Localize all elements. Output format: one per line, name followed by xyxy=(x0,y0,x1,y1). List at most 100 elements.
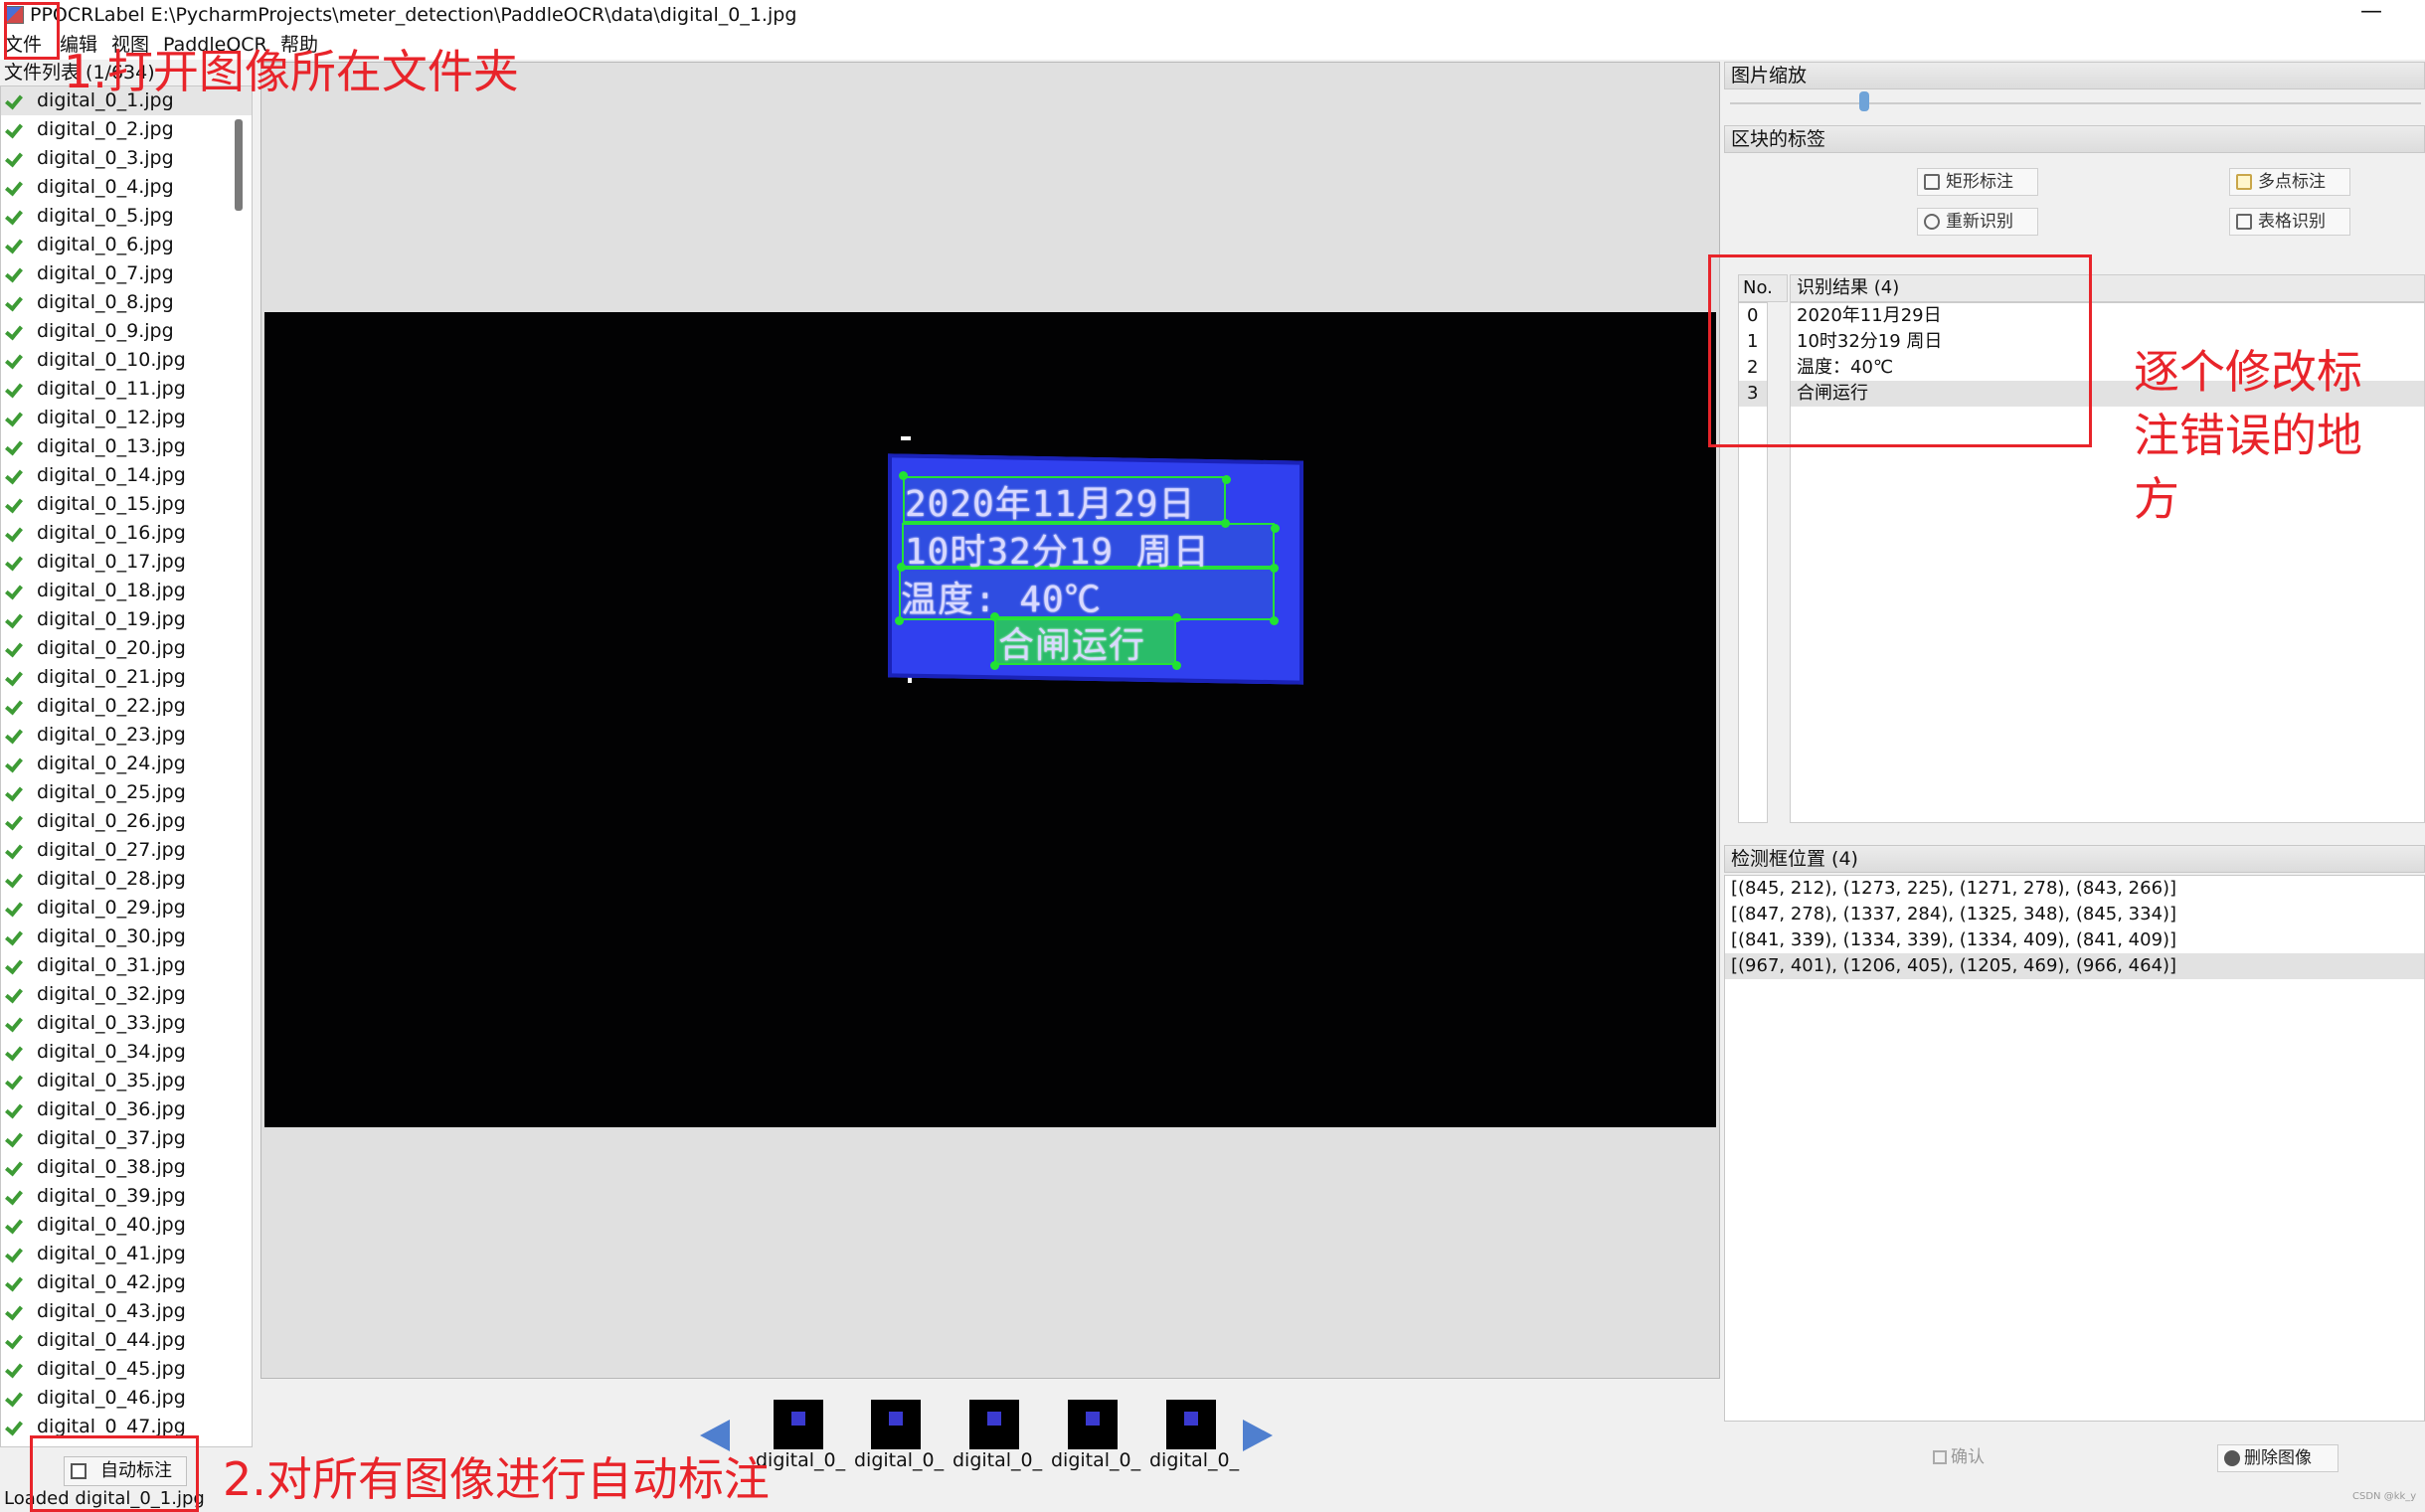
file-list-item[interactable]: digital_0_40.jpg xyxy=(1,1211,252,1240)
file-list-item[interactable]: digital_0_33.jpg xyxy=(1,1009,252,1038)
loaded-image[interactable] xyxy=(264,312,1716,1127)
box-vertex[interactable] xyxy=(1172,613,1181,622)
box-position-row[interactable]: [(845, 212), (1273, 225), (1271, 278), (… xyxy=(1725,876,2424,902)
file-list-item[interactable]: digital_0_3.jpg xyxy=(1,144,252,173)
file-list-item[interactable]: digital_0_14.jpg xyxy=(1,461,252,490)
thumbnail[interactable] xyxy=(969,1400,1019,1449)
file-list-item[interactable]: digital_0_17.jpg xyxy=(1,548,252,577)
block-label-section-title: 区块的标签 xyxy=(1724,125,2425,153)
file-list-item[interactable]: digital_0_2.jpg xyxy=(1,115,252,144)
file-list-item[interactable]: digital_0_24.jpg xyxy=(1,750,252,778)
box-vertex[interactable] xyxy=(895,616,904,625)
file-list-item[interactable]: digital_0_16.jpg xyxy=(1,519,252,548)
file-list-item[interactable]: digital_0_12.jpg xyxy=(1,404,252,432)
file-list-item[interactable]: digital_0_10.jpg xyxy=(1,346,252,375)
file-name: digital_0_14.jpg xyxy=(37,464,186,486)
file-name: digital_0_40.jpg xyxy=(37,1214,186,1236)
delete-text: 删除图像 xyxy=(2244,1448,2312,1468)
file-list-item[interactable]: digital_0_45.jpg xyxy=(1,1355,252,1384)
file-list-item[interactable]: digital_0_32.jpg xyxy=(1,980,252,1009)
checkmark-icon xyxy=(5,263,23,283)
thumbnail[interactable] xyxy=(1068,1400,1118,1449)
thumbnail-label: digital_0_ xyxy=(1051,1449,1141,1471)
box-position-list[interactable]: [(845, 212), (1273, 225), (1271, 278), (… xyxy=(1724,875,2425,1422)
box-position-row[interactable]: [(847, 278), (1337, 284), (1325, 348), (… xyxy=(1725,902,2424,927)
file-list-item[interactable]: digital_0_41.jpg xyxy=(1,1240,252,1268)
file-list-item[interactable]: digital_0_34.jpg xyxy=(1,1038,252,1067)
file-list-item[interactable]: digital_0_43.jpg xyxy=(1,1297,252,1326)
poly-label-button[interactable]: 多点标注 xyxy=(2229,168,2350,196)
box-vertex[interactable] xyxy=(1221,519,1230,528)
file-list-item[interactable]: digital_0_25.jpg xyxy=(1,778,252,807)
file-list-item[interactable]: digital_0_28.jpg xyxy=(1,865,252,894)
file-list[interactable]: digital_0_1.jpg digital_0_2.jpg digital_0_… xyxy=(0,85,253,1447)
file-list-item[interactable]: digital_0_6.jpg xyxy=(1,231,252,259)
next-image-arrow-icon[interactable] xyxy=(1243,1420,1273,1451)
delete-image-button[interactable]: 删除图像 xyxy=(2217,1444,2338,1472)
file-name: digital_0_24.jpg xyxy=(37,753,186,774)
checkmark-icon xyxy=(5,754,23,773)
file-name: digital_0_10.jpg xyxy=(37,349,186,371)
box-position-row[interactable]: [(967, 401), (1206, 405), (1205, 469), (… xyxy=(1725,953,2424,979)
file-list-item[interactable]: digital_0_36.jpg xyxy=(1,1095,252,1124)
file-list-item[interactable]: digital_0_23.jpg xyxy=(1,721,252,750)
box-vertex[interactable] xyxy=(990,661,999,670)
minimize-button[interactable]: — xyxy=(2356,0,2386,30)
thumbnail[interactable] xyxy=(1166,1400,1216,1449)
window-title: PPOCRLabel E:\PycharmProjects\meter_dete… xyxy=(30,4,797,26)
re-recognize-button[interactable]: 重新识别 xyxy=(1917,208,2038,236)
file-list-item[interactable]: digital_0_29.jpg xyxy=(1,894,252,923)
file-list-item[interactable]: digital_0_26.jpg xyxy=(1,807,252,836)
file-list-item[interactable]: digital_0_46.jpg xyxy=(1,1384,252,1413)
file-list-item[interactable]: digital_0_44.jpg xyxy=(1,1326,252,1355)
box-vertex[interactable] xyxy=(1271,524,1280,533)
file-list-scrollbar[interactable] xyxy=(235,119,243,211)
file-list-item[interactable]: digital_0_9.jpg xyxy=(1,317,252,346)
file-list-item[interactable]: digital_0_11.jpg xyxy=(1,375,252,404)
file-list-item[interactable]: digital_0_4.jpg xyxy=(1,173,252,202)
file-name: digital_0_39.jpg xyxy=(37,1185,186,1207)
checkmark-icon xyxy=(5,523,23,543)
file-list-item[interactable]: digital_0_13.jpg xyxy=(1,432,252,461)
zoom-slider[interactable] xyxy=(1730,91,2421,113)
box-vertex[interactable] xyxy=(1222,475,1231,484)
rect-label-button[interactable]: 矩形标注 xyxy=(1917,168,2038,196)
box-vertex[interactable] xyxy=(899,471,908,480)
zoom-handle[interactable] xyxy=(1859,91,1870,111)
box-vertex[interactable] xyxy=(1270,564,1279,573)
file-list-item[interactable]: digital_0_31.jpg xyxy=(1,951,252,980)
file-list-item[interactable]: digital_0_21.jpg xyxy=(1,663,252,692)
thumbnail[interactable] xyxy=(871,1400,921,1449)
file-list-item[interactable]: digital_0_35.jpg xyxy=(1,1067,252,1095)
file-list-item[interactable]: digital_0_18.jpg xyxy=(1,577,252,605)
file-list-item[interactable]: digital_0_22.jpg xyxy=(1,692,252,721)
file-name: digital_0_36.jpg xyxy=(37,1098,186,1120)
checkmark-icon xyxy=(5,1157,23,1177)
file-list-item[interactable]: digital_0_38.jpg xyxy=(1,1153,252,1182)
file-list-item[interactable]: digital_0_20.jpg xyxy=(1,634,252,663)
checkmark-icon xyxy=(5,1128,23,1148)
box-vertex[interactable] xyxy=(897,563,906,572)
checkmark-icon xyxy=(5,1359,23,1379)
file-list-item[interactable]: digital_0_30.jpg xyxy=(1,923,252,951)
box-vertex[interactable] xyxy=(990,612,999,621)
confirm-button[interactable]: 确认 xyxy=(1933,1445,1985,1469)
file-list-item[interactable]: digital_0_27.jpg xyxy=(1,836,252,865)
box-vertex[interactable] xyxy=(1270,616,1279,625)
box-position-row[interactable]: [(841, 339), (1334, 339), (1334, 409), (… xyxy=(1725,927,2424,953)
file-list-item[interactable]: digital_0_39.jpg xyxy=(1,1182,252,1211)
file-list-item[interactable]: digital_0_42.jpg xyxy=(1,1268,252,1297)
checkmark-icon xyxy=(5,292,23,312)
file-list-item[interactable]: digital_0_15.jpg xyxy=(1,490,252,519)
thumbnail[interactable] xyxy=(774,1400,823,1449)
file-list-item[interactable]: digital_0_8.jpg xyxy=(1,288,252,317)
box-vertex[interactable] xyxy=(1172,661,1181,670)
table-recognize-button[interactable]: 表格识别 xyxy=(2229,208,2350,236)
file-list-item[interactable]: digital_0_7.jpg xyxy=(1,259,252,288)
checkmark-icon xyxy=(5,811,23,831)
file-list-item[interactable]: digital_0_5.jpg xyxy=(1,202,252,231)
thumbnail-label: digital_0_ xyxy=(854,1449,945,1471)
checkmark-icon xyxy=(5,465,23,485)
file-list-item[interactable]: digital_0_19.jpg xyxy=(1,605,252,634)
file-list-item[interactable]: digital_0_37.jpg xyxy=(1,1124,252,1153)
